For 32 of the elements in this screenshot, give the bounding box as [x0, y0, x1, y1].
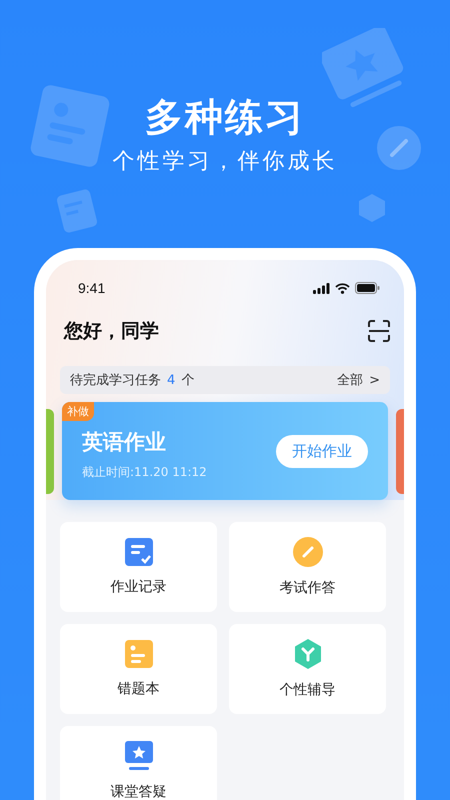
notebook-icon [124, 640, 152, 668]
pencil-icon [376, 125, 422, 171]
star-screen-icon [124, 741, 152, 771]
checklist-icon [124, 538, 152, 566]
scan-icon[interactable] [368, 320, 390, 342]
wifi-icon [335, 282, 350, 294]
status-time: 9:41 [78, 280, 106, 296]
hexagon-icon [294, 639, 322, 669]
tile-label: 个性辅导 [280, 681, 336, 699]
pencil-icon [292, 537, 322, 567]
promo-title: 多种练习 [145, 94, 305, 140]
tile-label: 错题本 [118, 680, 160, 698]
tile-label: 作业记录 [110, 578, 166, 596]
feature-tile[interactable]: 个性辅导 [229, 624, 386, 714]
pending-tasks-text: 待完成学习任务 4 个 [70, 372, 194, 389]
tile-label: 考试作答 [280, 579, 336, 597]
star-screen-icon [322, 28, 406, 108]
assignment-title: 英语作业 [82, 428, 167, 456]
greeting-text: 您好，同学 [62, 319, 159, 344]
feature-tile[interactable]: 考试作答 [229, 522, 386, 612]
makeup-badge: 补做 [62, 402, 94, 421]
promo-subtitle: 个性学习，伴你成长 [112, 148, 338, 176]
feature-tile[interactable]: 作业记录 [60, 522, 217, 612]
pending-tasks-bar[interactable]: 待完成学习任务 4 个 全部 > [60, 366, 390, 394]
battery-icon [355, 282, 380, 294]
deadline-text: 截止时间:11.20 11:12 [82, 464, 207, 480]
view-all-link[interactable]: 全部 > [337, 371, 380, 389]
feature-tile[interactable]: 错题本 [60, 624, 217, 714]
signal-icon [313, 282, 330, 294]
tile-label: 课堂答疑 [110, 783, 166, 800]
feature-tile[interactable]: 课堂答疑 [60, 726, 217, 800]
hexagon-icon [357, 193, 387, 223]
